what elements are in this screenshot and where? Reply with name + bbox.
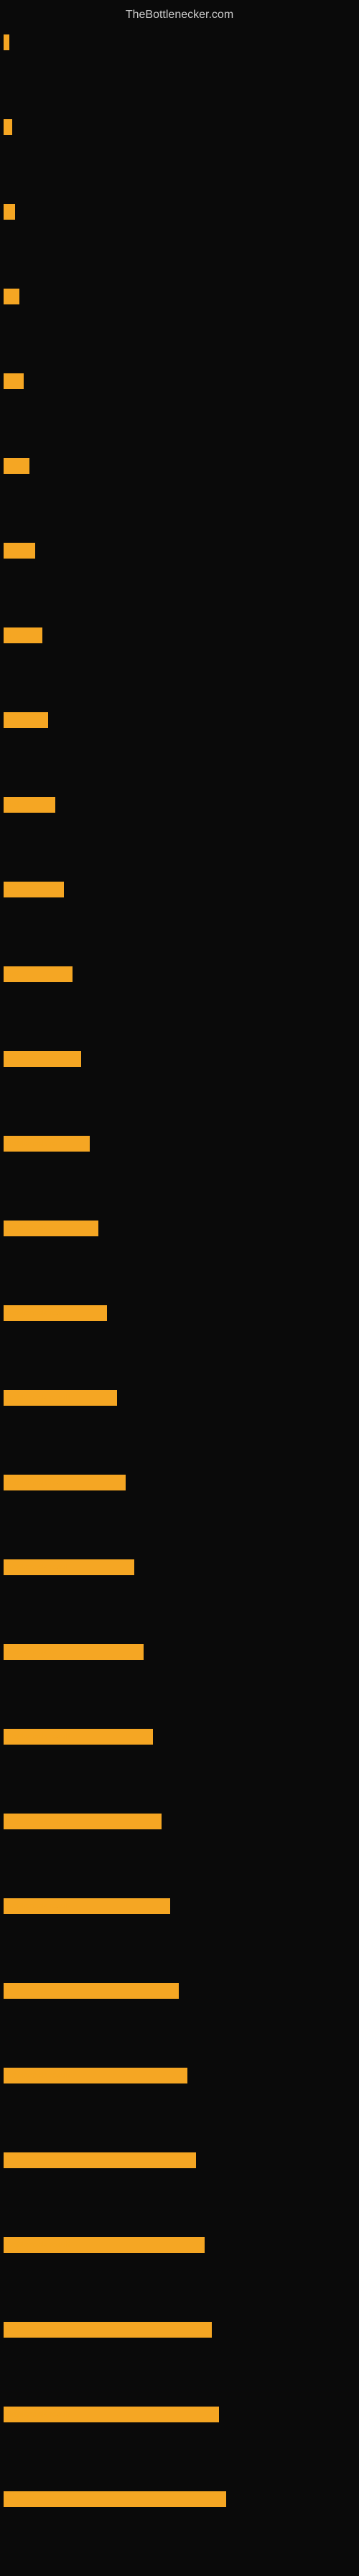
bar-block: Bottleneck result [4, 2322, 212, 2338]
bar-label: Bottleneck res [6, 1309, 61, 1317]
bar-block [4, 119, 12, 135]
bar-row: Bo [0, 882, 359, 897]
bar-row [0, 119, 359, 135]
bar-label: Bottlene [6, 1055, 38, 1063]
bar-block: Bottleneck result [4, 2237, 205, 2253]
bar-row: B [0, 627, 359, 643]
bar-block: Bo [4, 712, 48, 728]
site-title: TheBottlenecker.com [0, 0, 359, 27]
bar-label: Bottleneck result [6, 2071, 70, 2080]
bar-label: Bo [6, 885, 17, 894]
bar-label: Bottleneck [6, 1224, 47, 1233]
bar-block [4, 204, 15, 220]
bar-row: Bottleneck result [0, 2491, 359, 2507]
bar-label: Bottleneck resul [6, 1563, 68, 1572]
bar-block: Bottleneck result [4, 1983, 179, 1999]
bar-block: Bottlene [4, 1051, 81, 1067]
bar-row: B [0, 289, 359, 304]
bar-block: Bottleneck resul [4, 1814, 162, 1829]
bar-label: Bottleneck res [6, 1478, 61, 1487]
bar-label: B [6, 631, 12, 640]
bar-row: Bottleneck result [0, 2068, 359, 2083]
bar-label: Bottleneck resul [6, 1817, 68, 1826]
bar-label: Bottleneck result [6, 1902, 70, 1910]
bar-row: Bottleneck re [0, 1136, 359, 1152]
bar-row: Bottleneck re [0, 1644, 359, 1660]
bar-row: B [0, 543, 359, 559]
bar-row: Bottleneck result [0, 1390, 359, 1406]
bar-row: Bottleneck res [0, 1475, 359, 1490]
bar-block: Bot [4, 797, 55, 813]
bar-block: Bottleneck result [4, 2152, 196, 2168]
bar-block [4, 34, 9, 50]
bar-row: Bottleneck result [0, 2322, 359, 2338]
bar-block: Bottleneck result [4, 2491, 226, 2507]
bar-label: Bottleneck result [6, 1987, 70, 1995]
bar-row: Bottleneck [0, 1221, 359, 1236]
bar-row: Bo [0, 712, 359, 728]
bar-label: Bo [6, 716, 17, 724]
bar-row: Bot [0, 797, 359, 813]
bar-row: Bottleneck resul [0, 1814, 359, 1829]
bar-row: Bottlene [0, 1051, 359, 1067]
bar-block: Bottleneck result [4, 2068, 187, 2083]
bar-label: Bottleneck result [6, 1394, 70, 1402]
bar-block: B [4, 543, 35, 559]
bar-row [0, 458, 359, 474]
bar-row: Bottleneck resul [0, 1559, 359, 1575]
bar-row: Bottleneck result [0, 2152, 359, 2168]
bar-label: Bottleneck result [6, 2156, 70, 2165]
bar-label: Bot [6, 970, 19, 979]
bar-block: Bot [4, 966, 73, 982]
bar-block: Bottleneck res [4, 1305, 107, 1321]
bars-section: B B B Bo Bot Bo Bot Bottlene Bottleneck re Bottle… [0, 27, 359, 2507]
bar-block: Bottleneck re [4, 1136, 90, 1152]
bar-label: B [6, 292, 12, 301]
bar-row [0, 34, 359, 50]
bar-label: Bottleneck result [6, 2325, 70, 2334]
bar-row: Bottleneck result [0, 2407, 359, 2422]
bar-block [4, 373, 24, 389]
bar-block: Bottleneck resul [4, 1559, 134, 1575]
bar-label: Bot [6, 801, 19, 809]
bar-row: Bot [0, 966, 359, 982]
bar-row: Bottleneck result [0, 1898, 359, 1914]
bar-row: Bottleneck result [0, 1729, 359, 1745]
bar-block: Bottleneck result [4, 1390, 117, 1406]
bar-block: Bo [4, 882, 64, 897]
bar-row [0, 204, 359, 220]
bar-block: Bottleneck [4, 1221, 98, 1236]
bar-block [4, 458, 29, 474]
bar-row: Bottleneck result [0, 2237, 359, 2253]
bar-label: Bottleneck result [6, 2241, 70, 2249]
bar-block: Bottleneck res [4, 1475, 126, 1490]
page-container: TheBottlenecker.com B B B Bo Bot Bo Bot Bottlen… [0, 0, 359, 2507]
bar-label: Bottleneck result [6, 2410, 70, 2419]
bar-block: B [4, 627, 42, 643]
bar-label: B [6, 546, 12, 555]
bar-label: Bottleneck re [6, 1139, 57, 1148]
bar-row: Bottleneck result [0, 1983, 359, 1999]
bar-block: B [4, 289, 19, 304]
bar-row [0, 373, 359, 389]
bar-block: Bottleneck result [4, 1729, 153, 1745]
bar-block: Bottleneck re [4, 1644, 144, 1660]
bar-row: Bottleneck res [0, 1305, 359, 1321]
bar-label: Bottleneck result [6, 2495, 70, 2503]
bar-label: Bottleneck result [6, 1732, 70, 1741]
bar-label: Bottleneck re [6, 1648, 57, 1656]
bar-block: Bottleneck result [4, 1898, 170, 1914]
bar-block: Bottleneck result [4, 2407, 219, 2422]
